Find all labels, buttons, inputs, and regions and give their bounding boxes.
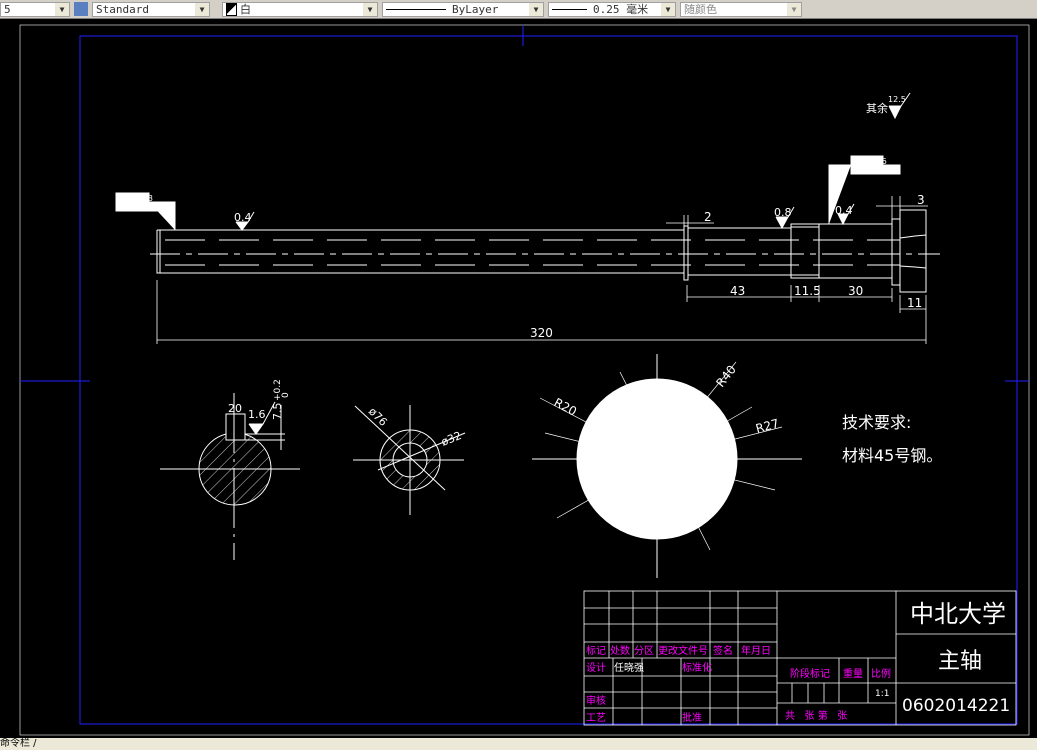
svg-text:技术要求:: 技术要求: (842, 413, 911, 432)
keyway-section-view: 20 1.6 7.5 +0.2 0 (160, 379, 300, 560)
dim-30: 30 (848, 284, 863, 298)
chevron-down-icon[interactable]: ▼ (195, 2, 209, 16)
flange-view: R20 R40 R27 (532, 354, 802, 578)
svg-text:其余: 其余 (866, 101, 888, 115)
svg-text:年月日: 年月日 (741, 644, 771, 657)
svg-text:0.4: 0.4 (835, 204, 853, 217)
svg-text:重量: 重量 (843, 667, 863, 680)
chevron-down-icon[interactable]: ▼ (661, 2, 675, 16)
svg-text:0.006: 0.006 (864, 166, 887, 175)
part-name: 主轴 (938, 649, 982, 674)
svg-text:处数: 处数 (610, 644, 630, 657)
chevron-down-icon[interactable]: ▼ (363, 2, 377, 16)
svg-text:标记: 标记 (586, 645, 606, 657)
svg-text:0.4: 0.4 (234, 211, 252, 224)
svg-text:ø76: ø76 (366, 405, 390, 429)
svg-text:工艺: 工艺 (586, 712, 606, 724)
color-swatch-icon (226, 2, 237, 16)
svg-text:比例: 比例 (871, 667, 891, 680)
properties-toolbar: 5 ▼ Standard ▼ 白 ▼ ByLayer ▼ 0.25 毫米 ▼ 随颜色 ▼ (0, 0, 1037, 19)
dim-11-5: 11.5 (794, 284, 821, 298)
svg-text:审核: 审核 (586, 694, 606, 707)
technical-requirements: 技术要求: 材料45号钢。 (842, 413, 942, 465)
lineweight-select[interactable]: 0.25 毫米 ▼ (548, 1, 676, 17)
shaft-main-view (150, 209, 940, 293)
svg-text:A-B: A-B (144, 203, 157, 212)
chevron-down-icon[interactable]: ▼ (529, 2, 543, 16)
roughness-symbols: 0.4 0.8 0.4 其余 12.5 (234, 92, 911, 231)
drawing-frames (19, 24, 1030, 736)
dim-43: 43 (730, 284, 745, 298)
text-style-icon (74, 2, 88, 16)
svg-text:材料45号钢。: 材料45号钢。 (842, 446, 942, 465)
svg-text:20: 20 (228, 402, 242, 415)
svg-text:任晓强: 任晓强 (614, 661, 644, 674)
svg-text:更改文件号: 更改文件号 (658, 644, 708, 657)
svg-text:0.8: 0.8 (774, 206, 792, 219)
svg-text:0.005: 0.005 (864, 157, 887, 166)
svg-text:0.003: 0.003 (130, 194, 153, 203)
dim-3: 3 (917, 193, 925, 207)
school-name: 中北大学 (910, 600, 1006, 628)
tube-section-view: ø76 ø32 (353, 405, 466, 515)
svg-text:分区: 分区 (634, 645, 654, 657)
svg-text:R20: R20 (552, 395, 579, 418)
svg-text:12.5: 12.5 (888, 95, 906, 104)
title-block: 标记 处数 分区 更改文件号 签名 年月日 设计 标准化 审核 工艺 批准 阶段… (583, 590, 1017, 726)
drawing-canvas[interactable]: 320 43 11.5 30 11 2 3 0.4 0.8 0.4 其余 12.… (0, 18, 1037, 738)
svg-text:批准: 批准 (682, 711, 702, 724)
text-style-select[interactable]: Standard ▼ (92, 1, 210, 17)
svg-text:1:1: 1:1 (875, 689, 889, 699)
plot-style-select[interactable]: 随颜色 ▼ (680, 1, 802, 17)
svg-text:0: 0 (281, 392, 291, 398)
chevron-down-icon[interactable]: ▼ (787, 2, 801, 16)
svg-text:R40: R40 (713, 363, 739, 390)
svg-text:A-B: A-B (885, 166, 898, 175)
svg-text:7.5: 7.5 (271, 403, 284, 421)
dim-2: 2 (704, 210, 712, 224)
command-line[interactable]: 命令栏 / (0, 738, 1037, 750)
svg-text:ø32: ø32 (439, 429, 463, 449)
svg-text:阶段标记: 阶段标记 (790, 667, 830, 680)
dim-11: 11 (907, 296, 922, 310)
svg-text:签名: 签名 (713, 644, 733, 657)
chevron-down-icon[interactable]: ▼ (55, 2, 69, 16)
svg-text:标准化: 标准化 (682, 661, 712, 674)
svg-text:设计: 设计 (586, 661, 606, 674)
dim-320: 320 (530, 326, 553, 340)
dimensions: 320 43 11.5 30 11 2 3 (156, 193, 928, 344)
svg-text:R27: R27 (754, 416, 780, 436)
layer-select[interactable]: 5 ▼ (0, 1, 70, 17)
svg-text:共 张 第 张: 共 张 第 张 (785, 709, 847, 722)
linetype-select[interactable]: ByLayer ▼ (382, 1, 544, 17)
color-select[interactable]: 白 ▼ (222, 1, 378, 17)
drawing-number: 0602014221 (902, 696, 1010, 716)
svg-text:1.6: 1.6 (248, 408, 266, 421)
